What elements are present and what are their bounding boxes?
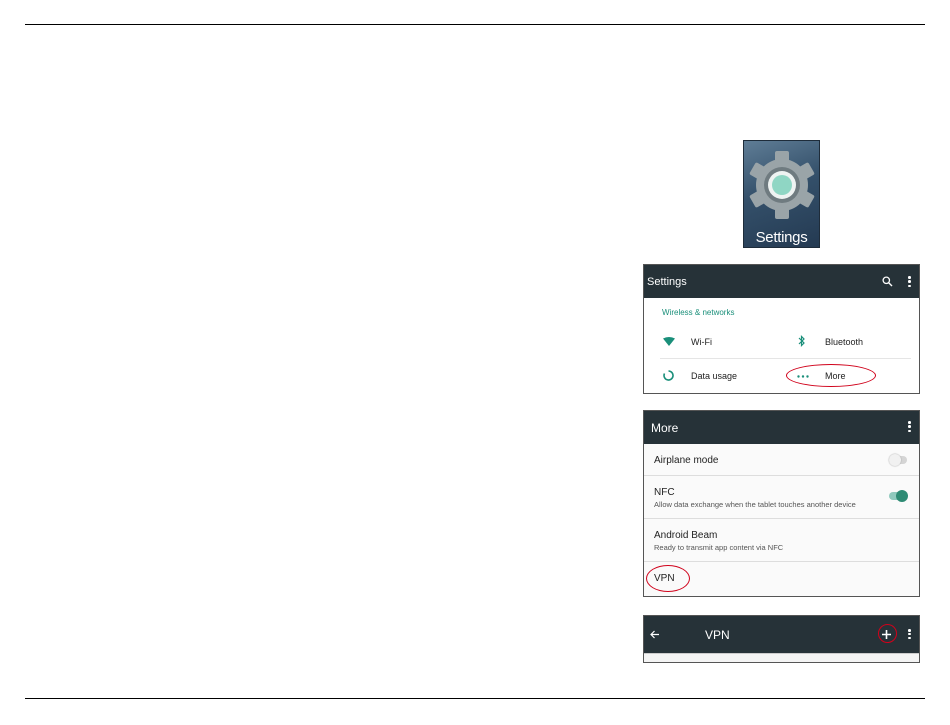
- app-icon-label: Settings: [755, 229, 808, 246]
- top-rule: [25, 24, 925, 25]
- nfc-label: NFC: [654, 487, 675, 498]
- section-header: Wireless & networks: [662, 308, 735, 317]
- nfc-subtitle: Allow data exchange when the tablet touc…: [654, 500, 856, 509]
- more-title: More: [651, 421, 679, 435]
- vpn-panel: VPN: [643, 615, 920, 663]
- nfc-toggle[interactable]: [889, 490, 908, 502]
- vpn-title: VPN: [705, 628, 730, 642]
- vpn-highlight-circle: [646, 565, 690, 592]
- bluetooth-icon: [798, 335, 805, 347]
- data-usage-icon: [663, 370, 674, 381]
- more-toolbar: More: [644, 411, 919, 444]
- add-highlight-circle: [878, 624, 897, 643]
- settings-app-icon[interactable]: Settings: [743, 140, 820, 248]
- overflow-menu-icon[interactable]: [908, 629, 911, 639]
- android-beam-row[interactable]: Android Beam Ready to transmit app conte…: [644, 518, 919, 561]
- wifi-icon: [663, 337, 675, 346]
- bluetooth-label: Bluetooth: [825, 337, 864, 347]
- nfc-row[interactable]: NFC Allow data exchange when the tablet …: [644, 475, 919, 518]
- settings-toolbar: Settings: [644, 265, 919, 298]
- back-arrow-icon[interactable]: [650, 630, 660, 639]
- vpn-toolbar: VPN: [644, 616, 919, 653]
- airplane-mode-label: Airplane mode: [654, 455, 719, 466]
- vpn-row[interactable]: VPN: [644, 561, 919, 596]
- settings-panel: Settings Wireless & networks Wi-Fi Bluet…: [643, 264, 920, 394]
- android-beam-label: Android Beam: [654, 530, 718, 541]
- overflow-menu-icon[interactable]: [908, 421, 911, 432]
- vpn-label: VPN: [654, 573, 675, 584]
- settings-title: Settings: [647, 276, 687, 288]
- overflow-menu-icon[interactable]: [908, 276, 911, 287]
- airplane-mode-toggle[interactable]: [889, 454, 907, 466]
- vpn-content-area: [644, 653, 919, 662]
- data-usage-label: Data usage: [691, 371, 738, 381]
- more-panel: More Airplane mode NFC Allow data exchan…: [643, 410, 920, 597]
- settings-divider: [660, 358, 911, 359]
- gear-icon: [749, 151, 815, 219]
- android-beam-subtitle: Ready to transmit app content via NFC: [654, 543, 784, 552]
- search-icon[interactable]: [882, 276, 893, 287]
- wifi-label: Wi-Fi: [691, 337, 712, 347]
- more-highlight-circle: [786, 364, 876, 387]
- airplane-mode-row[interactable]: Airplane mode: [644, 444, 919, 475]
- bottom-rule: [25, 698, 925, 699]
